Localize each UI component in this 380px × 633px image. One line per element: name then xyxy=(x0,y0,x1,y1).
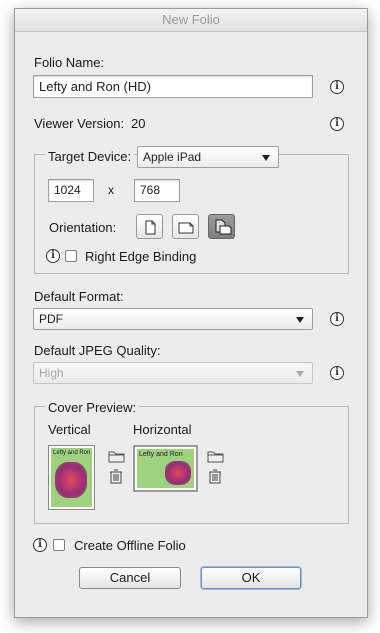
cancel-button[interactable]: Cancel xyxy=(79,567,181,589)
folio-name-info-icon[interactable]: i xyxy=(330,80,344,94)
portrait-orientation-button[interactable] xyxy=(136,214,163,239)
chevron-down-icon xyxy=(262,155,270,161)
dimension-separator: x xyxy=(108,183,114,197)
chevron-down-icon xyxy=(296,371,304,377)
folio-name-input[interactable]: Lefty and Ron (HD) xyxy=(33,75,313,98)
dialog-title: New Folio xyxy=(15,9,367,32)
device-width-input[interactable]: 1024 xyxy=(48,179,94,202)
vertical-cover-title: Lefty and Ron xyxy=(53,450,91,456)
horizontal-cover-thumbnail[interactable]: Lefty and Ron xyxy=(133,445,198,492)
target-device-selected: Apple iPad xyxy=(143,150,202,164)
right-edge-binding-info-icon[interactable]: i xyxy=(46,249,60,263)
viewer-version-info-icon[interactable]: i xyxy=(330,117,344,131)
jpeg-quality-label: Default JPEG Quality: xyxy=(34,343,161,358)
vertical-folder-icon[interactable] xyxy=(108,449,126,463)
right-edge-binding-label: Right Edge Binding xyxy=(85,249,197,264)
ok-button[interactable]: OK xyxy=(201,567,301,589)
default-format-selected: PDF xyxy=(39,312,63,326)
vertical-cover-image: Lefty and Ron xyxy=(51,448,92,507)
jpeg-quality-selected: High xyxy=(39,366,64,380)
portrait-orientation-icon xyxy=(145,220,156,235)
horizontal-cover-title: Lefty and Ron xyxy=(139,451,183,458)
create-offline-folio-checkbox[interactable] xyxy=(53,539,65,551)
landscape-orientation-icon xyxy=(178,222,194,234)
create-offline-folio-label: Create Offline Folio xyxy=(74,538,186,553)
landscape-orientation-button[interactable] xyxy=(172,214,199,239)
jpeg-quality-select[interactable]: High xyxy=(33,362,313,384)
viewer-version-label: Viewer Version: xyxy=(34,116,125,131)
vertical-cover-art xyxy=(55,462,87,498)
horizontal-cover-label: Horizontal xyxy=(133,422,192,437)
both-orientations-icon xyxy=(215,219,232,235)
horizontal-trash-icon[interactable] xyxy=(208,469,222,484)
viewer-version-value: 20 xyxy=(131,116,146,131)
both-orientations-button[interactable] xyxy=(208,214,235,239)
right-edge-binding-checkbox[interactable] xyxy=(65,250,77,262)
jpeg-quality-info-icon[interactable]: i xyxy=(330,366,344,380)
offline-folio-info-icon[interactable]: i xyxy=(33,538,47,552)
target-device-label: Target Device: xyxy=(45,149,135,164)
target-device-select[interactable]: Apple iPad xyxy=(137,146,279,168)
cover-preview-label: Cover Preview: xyxy=(45,400,140,415)
folio-name-label: Folio Name: xyxy=(34,55,105,70)
vertical-trash-icon[interactable] xyxy=(109,469,123,484)
default-format-label: Default Format: xyxy=(34,289,124,304)
device-height-input[interactable]: 768 xyxy=(134,179,180,202)
new-folio-dialog: New Folio Folio Name: Lefty and Ron (HD)… xyxy=(14,8,368,618)
default-format-info-icon[interactable]: i xyxy=(330,312,344,326)
vertical-cover-label: Vertical xyxy=(48,422,91,437)
orientation-label: Orientation: xyxy=(49,220,117,235)
default-format-select[interactable]: PDF xyxy=(33,308,313,330)
chevron-down-icon xyxy=(296,317,304,323)
horizontal-cover-art xyxy=(165,461,191,485)
vertical-cover-thumbnail[interactable]: Lefty and Ron xyxy=(48,445,95,510)
horizontal-cover-image: Lefty and Ron xyxy=(137,449,194,488)
horizontal-folder-icon[interactable] xyxy=(207,449,225,463)
